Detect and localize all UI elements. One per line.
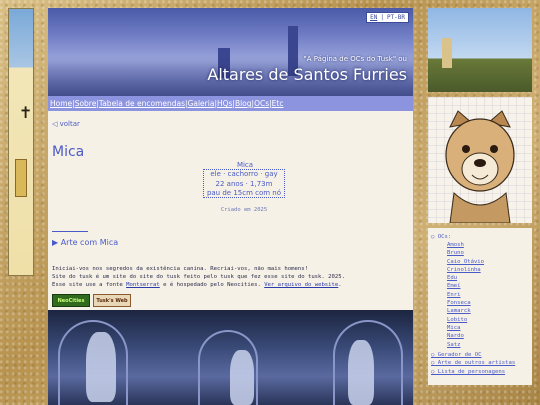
nav-item-tabela-de-encomendas[interactable]: Tabela de encomendas	[99, 99, 185, 108]
site-badge[interactable]: Tusk's Web	[93, 294, 131, 307]
figure-shape	[348, 340, 374, 405]
list-item: Enri	[447, 291, 484, 299]
footer-text: Iniciai-vos nos segredos da existência c…	[52, 265, 409, 289]
sidebar-link[interactable]: ○ Lista de personagens	[431, 368, 515, 376]
list-item: Bruno	[447, 249, 484, 257]
site-quote: "A Página de OCs do Tusk" ou	[303, 55, 407, 63]
list-item: Nardo	[447, 332, 484, 340]
info-dot: ·	[245, 179, 248, 188]
dog-portrait-drawing	[445, 110, 515, 224]
oc-link[interactable]: Nardo	[447, 333, 464, 339]
site-title[interactable]: Altares de Santos Furries	[207, 65, 407, 84]
church-photo-right	[428, 8, 532, 92]
sidebar-link[interactable]: ○ Gerador de OC	[431, 351, 515, 359]
footer-text-part: e é hospedado pelo Neocities.	[159, 282, 265, 288]
main-nav: Home|Sobre|Tabela de encomendas|Galeria|…	[48, 96, 413, 111]
nav-item-blog[interactable]: Blog	[235, 99, 252, 108]
infobox-label: Mica	[236, 161, 254, 169]
main-column: EN | PT-BR "A Página de OCs do Tusk" ou …	[48, 8, 413, 405]
oc-list: Amosh Bruno Caio Otávio Crinolinha Edu Emeí En…	[447, 241, 484, 349]
lang-pt-link[interactable]: PT-BR	[387, 13, 405, 22]
info-line-2: 22 anos · 1,73m	[204, 180, 284, 190]
info-species: cachorro	[227, 170, 259, 178]
info-dot: ·	[223, 170, 226, 178]
ocs-tree-label: ○ OCs:	[431, 234, 452, 240]
created-date: Criado em 2025	[220, 207, 268, 213]
oc-link[interactable]: Satz	[447, 342, 460, 348]
list-item: Satz	[447, 341, 484, 349]
font-link[interactable]: Montserrat	[126, 282, 160, 288]
footer-text-part: Esse site use a fonte	[52, 282, 127, 288]
list-item: Fonseca	[447, 299, 484, 307]
footer-line-3: Esse site use a fonte Montserrat e é hos…	[52, 281, 409, 289]
list-item: Amosh	[447, 241, 484, 249]
character-portrait	[428, 97, 532, 224]
church-photo-left: ✝	[8, 8, 34, 276]
header-banner: EN | PT-BR "A Página de OCs do Tusk" ou …	[48, 8, 413, 96]
list-item: Lobito	[447, 316, 484, 324]
oc-link[interactable]: Enri	[447, 292, 460, 298]
info-height: 1,73m	[250, 179, 273, 188]
art-expander[interactable]: ▶ Arte com Mica	[52, 238, 118, 247]
list-item: Emeí	[447, 282, 484, 290]
oc-link[interactable]: Crinolinha	[447, 267, 481, 273]
info-pronoun: ele	[210, 170, 221, 178]
footer-text-part: .	[338, 282, 342, 288]
info-line-1: ele · cachorro · gay	[204, 170, 284, 180]
character-infobox: Mica ele · cachorro · gay 22 anos · 1,73…	[203, 161, 285, 198]
neocities-badge[interactable]: NeoCities	[52, 294, 90, 307]
archive-link[interactable]: Ver arquivo do website	[264, 282, 338, 288]
oc-link[interactable]: Lamarck	[447, 308, 471, 314]
nav-item-ocs[interactable]: OCs	[254, 99, 269, 108]
nav-item-etc[interactable]: Etc	[272, 99, 284, 108]
oc-sidebar: ○ OCs: Amosh Bruno Caio Otávio Crinolinha Ed…	[428, 228, 532, 385]
info-dot: ·	[260, 170, 263, 178]
sidebar-link[interactable]: ○ Arte de outros artistas	[431, 359, 515, 367]
nav-item-galeria[interactable]: Galeria	[188, 99, 215, 108]
info-line-3: pau de 15cm com nó	[206, 189, 282, 197]
badge-row: NeoCities Tusk's Web	[52, 294, 131, 307]
language-switcher: EN | PT-BR	[366, 12, 409, 23]
page-title: Mica	[52, 144, 85, 160]
footer-line-2: Site do tusk é um site do site do tusk f…	[52, 274, 345, 280]
back-link[interactable]: ◁ voltar	[52, 120, 80, 128]
cross-icon: ✝	[19, 103, 33, 122]
oc-link[interactable]: Bruno	[447, 250, 464, 256]
sidebar-links: ○ Gerador de OC ○ Arte de outros artistas…	[431, 351, 515, 376]
list-item: Caio Otávio	[447, 258, 484, 266]
bottom-banner-art	[48, 310, 413, 405]
oc-link[interactable]: Emeí	[447, 283, 460, 289]
figure-shape	[86, 332, 116, 402]
info-orientation: gay	[264, 170, 278, 178]
footer-line-1: Iniciai-vos nos segredos da existência c…	[52, 266, 308, 272]
figure-shape	[230, 350, 254, 405]
list-item: Mica	[447, 324, 484, 332]
oc-link[interactable]: Caio Otávio	[447, 259, 484, 265]
info-age: 22 anos	[215, 179, 244, 188]
church-tower	[442, 38, 452, 68]
oc-link[interactable]: Lobito	[447, 317, 467, 323]
lang-en-link[interactable]: EN	[370, 13, 377, 22]
oc-link[interactable]: Amosh	[447, 242, 464, 248]
nav-item-home[interactable]: Home	[50, 99, 72, 108]
window-shape	[15, 159, 27, 197]
oc-link[interactable]: Edu	[447, 275, 457, 281]
oc-link[interactable]: Fonseca	[447, 300, 471, 306]
list-item: Lamarck	[447, 307, 484, 315]
oc-link[interactable]: Mica	[447, 325, 460, 331]
list-item: Crinolinha	[447, 266, 484, 274]
nav-item-sobre[interactable]: Sobre	[75, 99, 97, 108]
divider	[52, 231, 88, 232]
lang-separator: |	[380, 14, 384, 21]
list-item: Edu	[447, 274, 484, 282]
nav-item-hqs[interactable]: HQs	[217, 99, 232, 108]
